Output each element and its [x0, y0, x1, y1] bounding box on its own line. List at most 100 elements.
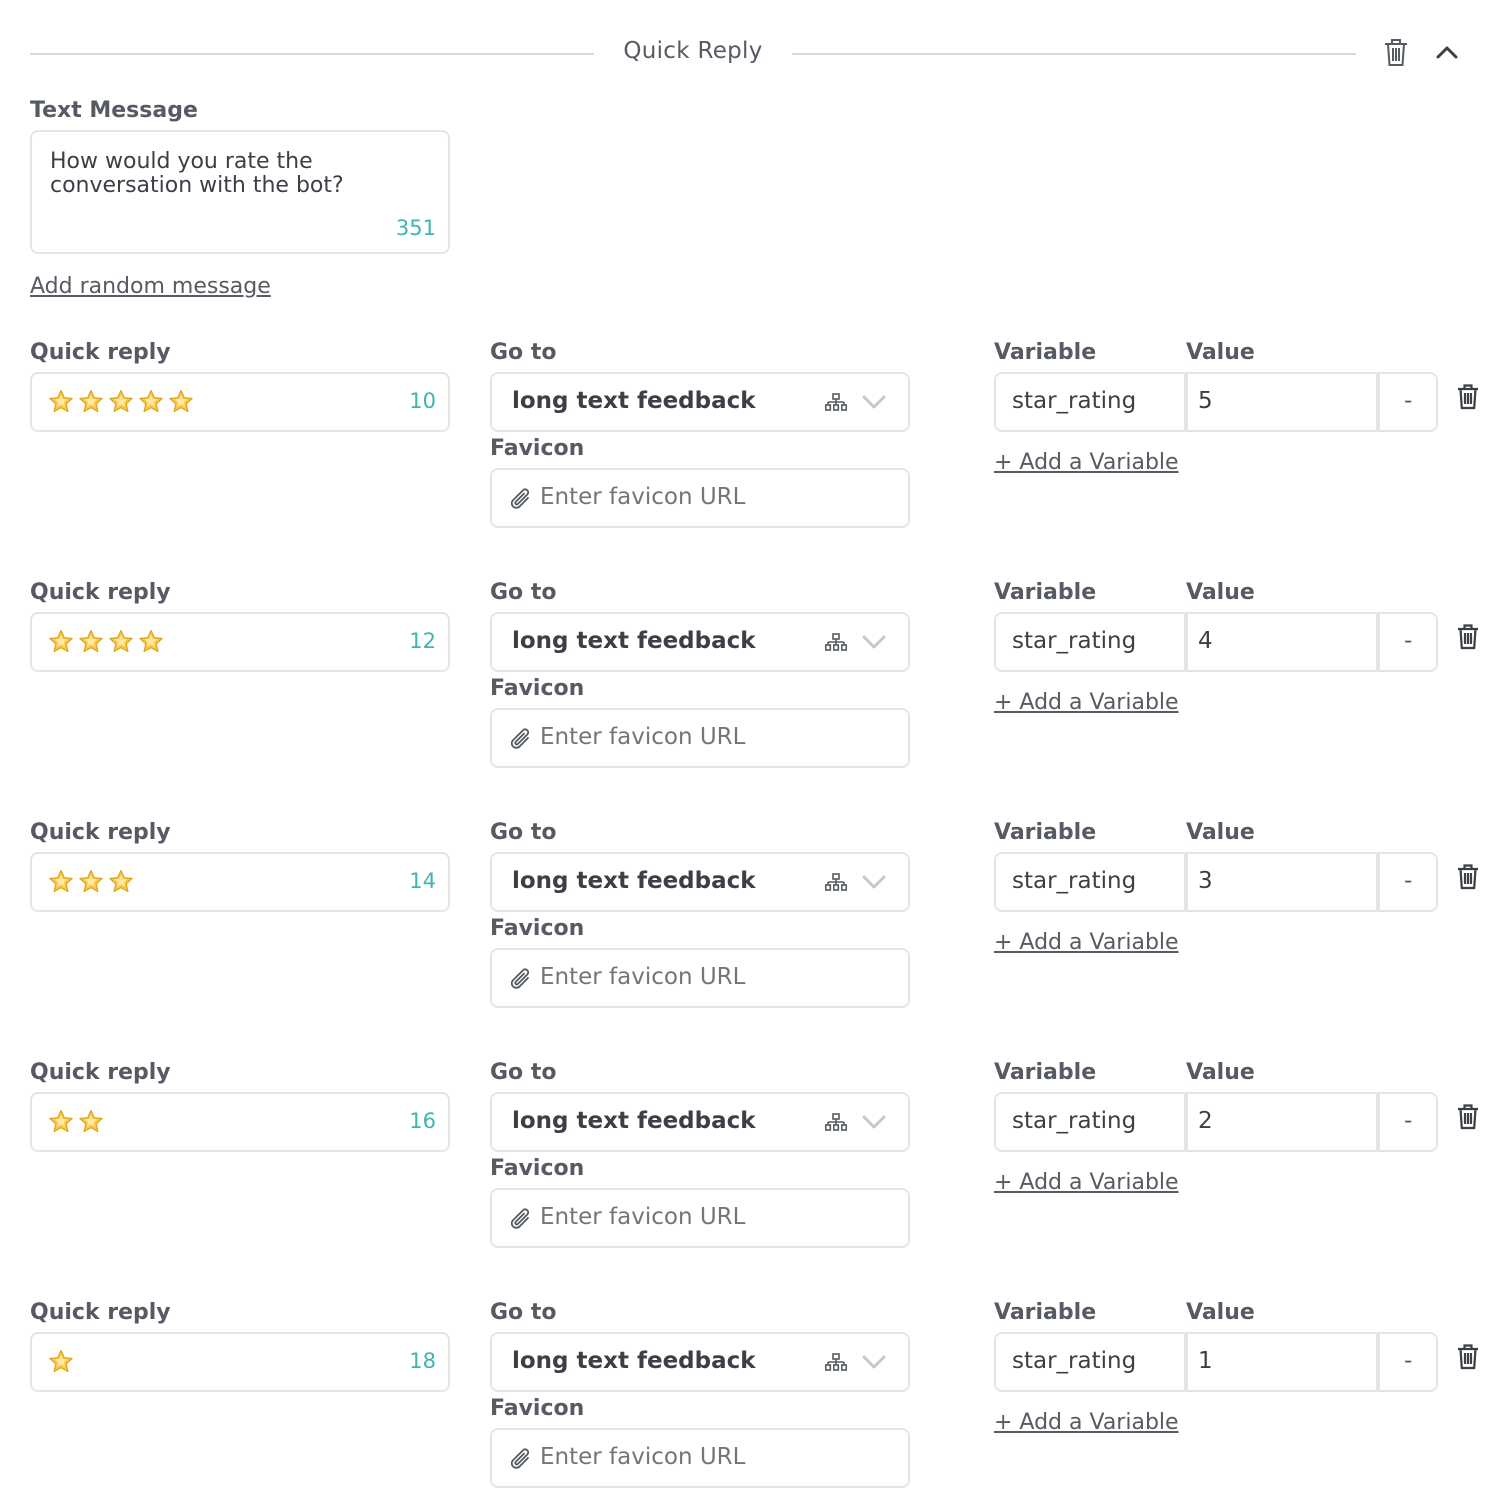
- value-input[interactable]: 3: [1188, 854, 1376, 914]
- goto-selected-value: long text feedback: [512, 388, 756, 414]
- text-message-field[interactable]: How would you rate the conversation with…: [30, 130, 450, 254]
- favicon-url-input[interactable]: [540, 964, 880, 990]
- favicon-url-field[interactable]: [490, 708, 910, 768]
- star-icon: [49, 869, 73, 893]
- quick-reply-counter: 14: [409, 869, 436, 893]
- goto-selected-value: long text feedback: [512, 1108, 756, 1134]
- variable-name: star_rating: [1012, 1108, 1137, 1134]
- value-label: Value: [1186, 340, 1255, 365]
- quick-reply-input[interactable]: 10: [30, 372, 450, 432]
- remove-variable-button[interactable]: -: [1404, 1108, 1412, 1134]
- value-input[interactable]: 1: [1188, 1334, 1376, 1394]
- value-input[interactable]: 2: [1188, 1094, 1376, 1154]
- value-text: 1: [1198, 1348, 1213, 1374]
- value-text: 4: [1198, 628, 1213, 654]
- star-icon: [139, 389, 163, 413]
- paperclip-icon: [510, 1448, 530, 1469]
- quick-reply-label: Quick reply: [30, 820, 171, 845]
- remove-variable-button[interactable]: -: [1404, 388, 1412, 414]
- value-text: 5: [1198, 388, 1213, 414]
- flow-tree-icon: [825, 1113, 847, 1131]
- favicon-url-input[interactable]: [540, 1204, 880, 1230]
- chevron-up-icon[interactable]: [1435, 44, 1459, 60]
- quick-reply-input[interactable]: 16: [30, 1092, 450, 1152]
- remove-variable-button[interactable]: -: [1404, 1348, 1412, 1374]
- variable-input[interactable]: star_rating: [996, 854, 1184, 914]
- goto-selected-value: long text feedback: [512, 1348, 756, 1374]
- quick-reply-stars: [48, 869, 134, 895]
- goto-selected-value: long text feedback: [512, 628, 756, 654]
- goto-label: Go to: [490, 580, 557, 605]
- value-input[interactable]: 4: [1188, 614, 1376, 674]
- trash-icon[interactable]: [1457, 1344, 1479, 1370]
- value-input[interactable]: 5: [1188, 374, 1376, 434]
- star-icon: [109, 629, 133, 653]
- quick-reply-stars: [48, 1109, 104, 1135]
- variable-label: Variable: [994, 1300, 1097, 1325]
- chevron-down-icon: [862, 635, 886, 649]
- add-variable-link[interactable]: + Add a Variable: [994, 450, 1179, 475]
- value-label: Value: [1186, 1060, 1255, 1085]
- variable-input[interactable]: star_rating: [996, 614, 1184, 674]
- quick-reply-label: Quick reply: [30, 1060, 171, 1085]
- variable-input[interactable]: star_rating: [996, 1334, 1184, 1394]
- text-message-value: How would you rate the conversation with…: [50, 149, 344, 198]
- trash-icon[interactable]: [1457, 1104, 1479, 1130]
- quick-reply-counter: 12: [409, 629, 436, 653]
- goto-select[interactable]: long text feedback: [490, 1332, 910, 1392]
- favicon-url-input[interactable]: [540, 484, 880, 510]
- remove-variable-button[interactable]: -: [1404, 868, 1412, 894]
- favicon-label: Favicon: [490, 916, 585, 941]
- star-icon: [109, 869, 133, 893]
- favicon-url-field[interactable]: [490, 1188, 910, 1248]
- value-label: Value: [1186, 580, 1255, 605]
- remove-variable-button[interactable]: -: [1404, 628, 1412, 654]
- add-variable-link[interactable]: + Add a Variable: [994, 930, 1179, 955]
- goto-label: Go to: [490, 340, 557, 365]
- trash-icon[interactable]: [1457, 384, 1479, 410]
- quick-reply-stars: [48, 389, 194, 415]
- star-icon: [79, 389, 103, 413]
- variable-name: star_rating: [1012, 868, 1137, 894]
- text-message-counter: 351: [395, 216, 436, 240]
- star-icon: [49, 629, 73, 653]
- section-title: Quick Reply: [623, 38, 763, 64]
- trash-icon[interactable]: [1383, 38, 1409, 68]
- paperclip-icon: [510, 968, 530, 989]
- star-icon: [169, 389, 193, 413]
- favicon-url-input[interactable]: [540, 1444, 880, 1470]
- quick-reply-input[interactable]: 12: [30, 612, 450, 672]
- goto-select[interactable]: long text feedback: [490, 612, 910, 672]
- favicon-url-field[interactable]: [490, 948, 910, 1008]
- goto-select[interactable]: long text feedback: [490, 1092, 910, 1152]
- flow-tree-icon: [825, 873, 847, 891]
- flow-tree-icon: [825, 1353, 847, 1371]
- goto-select[interactable]: long text feedback: [490, 372, 910, 432]
- goto-select[interactable]: long text feedback: [490, 852, 910, 912]
- variable-value-group: star_rating 3 -: [994, 852, 1438, 912]
- star-icon: [79, 869, 103, 893]
- add-variable-link[interactable]: + Add a Variable: [994, 690, 1179, 715]
- flow-tree-icon: [825, 393, 847, 411]
- quick-reply-label: Quick reply: [30, 580, 171, 605]
- variable-name: star_rating: [1012, 1348, 1137, 1374]
- favicon-url-input[interactable]: [540, 724, 880, 750]
- add-random-message-link[interactable]: Add random message: [30, 274, 271, 299]
- star-icon: [49, 1349, 73, 1373]
- quick-reply-input[interactable]: 14: [30, 852, 450, 912]
- favicon-url-field[interactable]: [490, 468, 910, 528]
- favicon-label: Favicon: [490, 676, 585, 701]
- star-icon: [49, 389, 73, 413]
- divider: [1376, 852, 1380, 912]
- favicon-url-field[interactable]: [490, 1428, 910, 1488]
- trash-icon[interactable]: [1457, 864, 1479, 890]
- chevron-down-icon: [862, 1355, 886, 1369]
- add-variable-link[interactable]: + Add a Variable: [994, 1170, 1179, 1195]
- variable-input[interactable]: star_rating: [996, 1094, 1184, 1154]
- flow-tree-icon: [825, 633, 847, 651]
- paperclip-icon: [510, 488, 530, 509]
- trash-icon[interactable]: [1457, 624, 1479, 650]
- quick-reply-input[interactable]: 18: [30, 1332, 450, 1392]
- variable-input[interactable]: star_rating: [996, 374, 1184, 434]
- add-variable-link[interactable]: + Add a Variable: [994, 1410, 1179, 1435]
